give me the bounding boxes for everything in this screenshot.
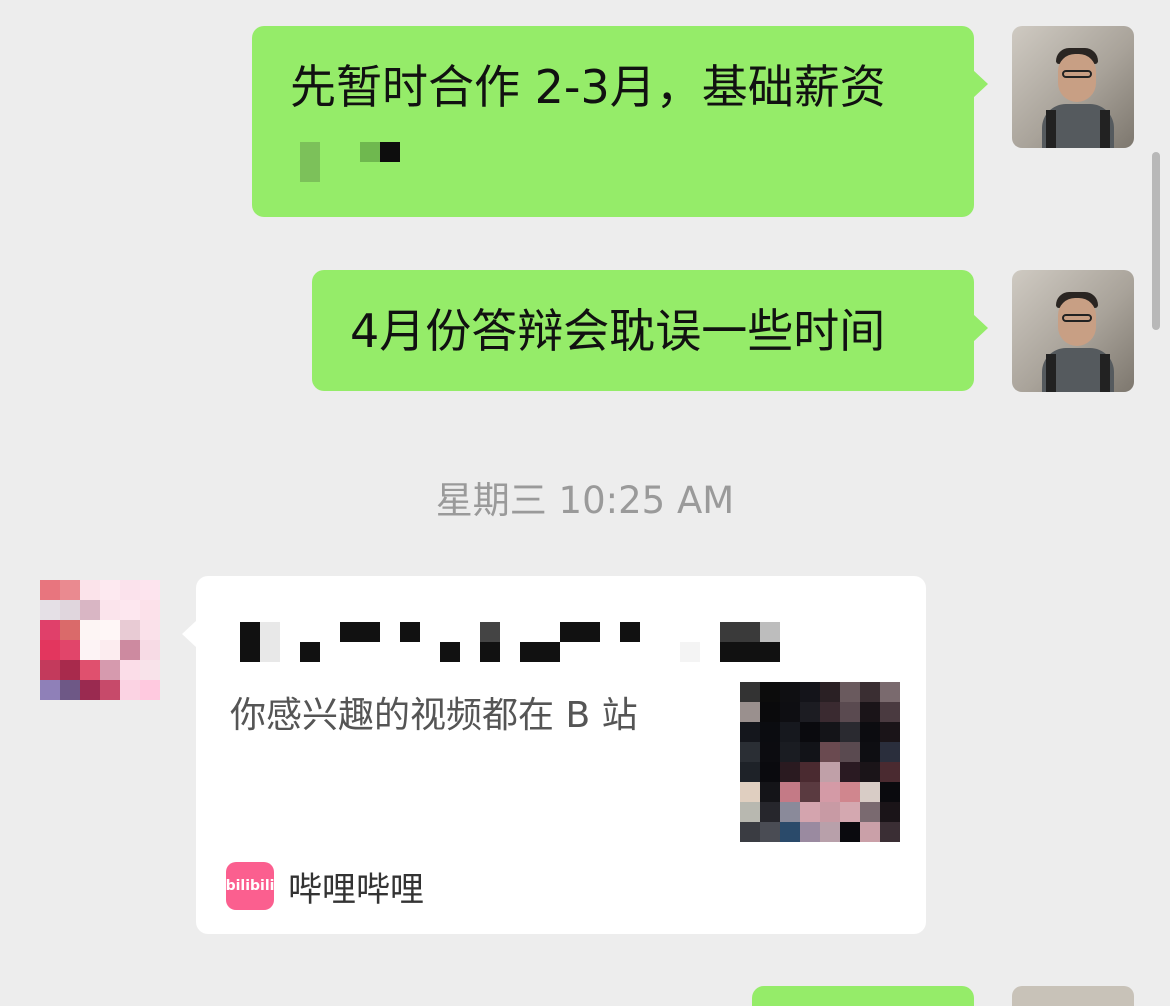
- redacted-title-pixel: [300, 642, 320, 662]
- redacted-title-pixel: [680, 642, 700, 662]
- redacted-salary-pixel: [380, 142, 400, 162]
- contact-avatar[interactable]: [40, 580, 160, 700]
- redacted-salary-pixel: [300, 142, 320, 182]
- redacted-title-pixel: [400, 622, 420, 642]
- message-timestamp: 星期三 10:25 AM: [435, 479, 735, 522]
- chat-scrollbar[interactable]: [1152, 152, 1160, 330]
- card-source: bilibili 哔哩哔哩: [226, 862, 424, 910]
- redacted-salary-pixel: [360, 142, 380, 162]
- message-bubble-outgoing[interactable]: 先暂时合作 2-3月，基础薪资: [252, 26, 988, 217]
- message-bubble-outgoing-partial[interactable]: [752, 986, 974, 1006]
- message-text: 先暂时合作 2-3月，基础薪资: [290, 60, 886, 114]
- redacted-title-pixel: [720, 642, 780, 662]
- redacted-title-pixel: [480, 642, 500, 662]
- redacted-title-pixel: [720, 622, 760, 642]
- redacted-title-pixel: [340, 622, 380, 642]
- redacted-title-pixel: [560, 622, 600, 642]
- bilibili-logo-icon: bilibili: [226, 862, 274, 910]
- redacted-title-pixel: [440, 642, 460, 662]
- redacted-title-pixel: [520, 642, 560, 662]
- redacted-title-pixel: [760, 622, 780, 642]
- redacted-title-pixel: [240, 622, 260, 662]
- redacted-title-pixel: [480, 622, 500, 642]
- redacted-title-pixel: [620, 622, 640, 642]
- shared-link-card[interactable]: 你感兴趣的视频都在 B 站 bilibili 哔哩哔哩: [182, 576, 926, 934]
- source-app-name: 哔哩哔哩: [288, 869, 424, 910]
- my-avatar[interactable]: [1012, 26, 1134, 148]
- message-bubble-outgoing[interactable]: 4月份答辩会耽误一些时间: [312, 270, 988, 391]
- video-thumbnail: [740, 682, 900, 842]
- redacted-title-pixel: [260, 622, 280, 662]
- my-avatar-partial[interactable]: [1012, 986, 1134, 1006]
- my-avatar[interactable]: [1012, 270, 1134, 392]
- message-text: 4月份答辩会耽误一些时间: [350, 304, 886, 358]
- card-description: 你感兴趣的视频都在 B 站: [230, 695, 638, 736]
